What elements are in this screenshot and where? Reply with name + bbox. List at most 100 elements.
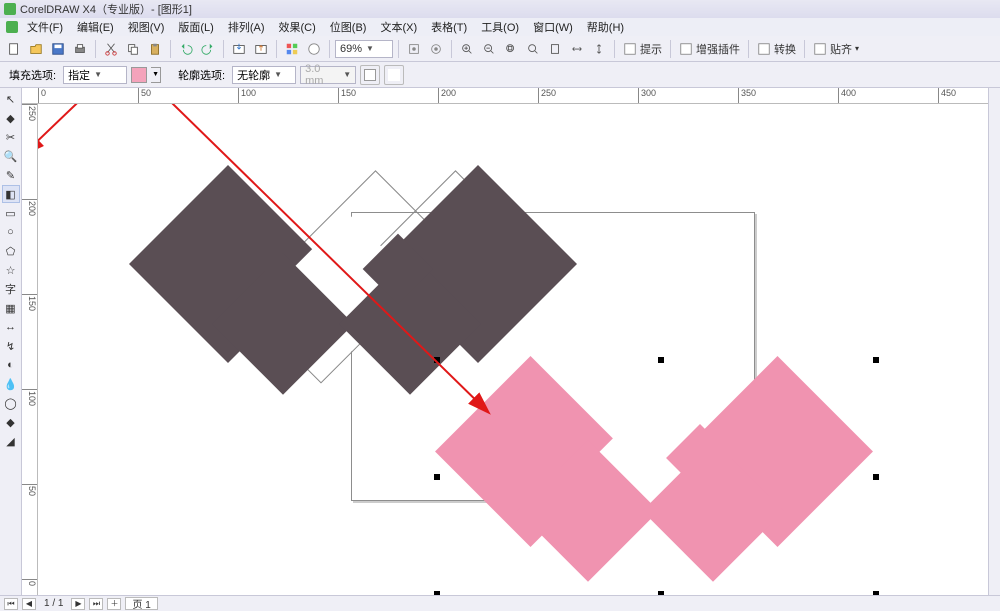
menu-file[interactable]: 文件(F) bbox=[22, 18, 68, 36]
menu-layout[interactable]: 版面(L) bbox=[173, 18, 218, 36]
hints-label: 提示 bbox=[638, 41, 662, 57]
hints-group[interactable]: 提示 bbox=[620, 41, 665, 57]
menu-bitmaps[interactable]: 位图(B) bbox=[325, 18, 372, 36]
menu-table[interactable]: 表格(T) bbox=[426, 18, 472, 36]
ruler-tick: 0 bbox=[22, 579, 37, 586]
interactive-fill-tool[interactable]: ◢ bbox=[2, 432, 20, 450]
selection-handle[interactable] bbox=[658, 357, 664, 363]
convert-label: 转换 bbox=[772, 41, 796, 57]
print-button[interactable] bbox=[70, 39, 90, 59]
zoom-page-button[interactable] bbox=[545, 39, 565, 59]
fill-option-combo[interactable]: 指定 ▼ bbox=[63, 66, 127, 84]
selection-handle[interactable] bbox=[873, 474, 879, 480]
fill-option-value: 指定 bbox=[68, 67, 90, 83]
eyedropper-tool[interactable]: 💧 bbox=[2, 375, 20, 393]
selection-handle[interactable] bbox=[873, 357, 879, 363]
table-tool[interactable]: ▦ bbox=[2, 299, 20, 317]
fill-option-label: 填充选项: bbox=[6, 67, 59, 83]
drawing-canvas[interactable] bbox=[38, 104, 988, 595]
app-logo-icon bbox=[4, 3, 16, 15]
freehand-tool[interactable]: ✎ bbox=[2, 166, 20, 184]
options-button[interactable] bbox=[426, 39, 446, 59]
outline-option-combo[interactable]: 无轮廓 ▼ bbox=[232, 66, 296, 84]
zoom-combo[interactable]: 69% ▼ bbox=[335, 40, 393, 58]
selection-handle[interactable] bbox=[434, 474, 440, 480]
outline-width-combo[interactable]: 3.0 mm ▼ bbox=[300, 66, 356, 84]
menu-view[interactable]: 视图(V) bbox=[123, 18, 170, 36]
import-button[interactable] bbox=[229, 39, 249, 59]
convert-group[interactable]: 转换 bbox=[754, 41, 799, 57]
page-prev-button[interactable]: ◀ bbox=[22, 598, 36, 610]
rectangle-tool[interactable]: ▭ bbox=[2, 204, 20, 222]
interactive-tool[interactable]: ◐ bbox=[2, 356, 20, 374]
ellipse-tool[interactable]: ○ bbox=[2, 223, 20, 241]
page-add-button[interactable]: ＋ bbox=[107, 598, 121, 610]
ruler-tick: 250 bbox=[22, 104, 37, 121]
crop-tool[interactable]: ✂ bbox=[2, 128, 20, 146]
zoom-out-button[interactable] bbox=[479, 39, 499, 59]
align-label: 贴齐 bbox=[828, 41, 852, 57]
toolbar-separator bbox=[170, 40, 171, 58]
outline-extra-button[interactable] bbox=[384, 65, 404, 85]
ruler-tick: 100 bbox=[22, 389, 37, 406]
page-first-button[interactable]: ⏮ bbox=[4, 598, 18, 610]
menu-tools[interactable]: 工具(O) bbox=[476, 18, 524, 36]
toolbar-separator bbox=[223, 40, 224, 58]
zoom-tool[interactable]: 🔍 bbox=[2, 147, 20, 165]
zoom-all-button[interactable] bbox=[523, 39, 543, 59]
ruler-tick: 200 bbox=[438, 88, 456, 103]
dimension-tool[interactable]: ↔ bbox=[2, 318, 20, 336]
cut-button[interactable] bbox=[101, 39, 121, 59]
fill-color-dropdown[interactable]: ▼ bbox=[151, 67, 161, 83]
ruler-tick: 300 bbox=[638, 88, 656, 103]
menu-effects[interactable]: 效果(C) bbox=[274, 18, 321, 36]
fill-tool[interactable]: ◆ bbox=[2, 413, 20, 431]
new-button[interactable] bbox=[4, 39, 24, 59]
selection-handle[interactable] bbox=[434, 357, 440, 363]
zoom-height-button[interactable] bbox=[589, 39, 609, 59]
menu-help[interactable]: 帮助(H) bbox=[582, 18, 629, 36]
pick-tool[interactable]: ↖ bbox=[2, 90, 20, 108]
ruler-tick: 100 bbox=[238, 88, 256, 103]
basic-shapes-tool[interactable]: ☆ bbox=[2, 261, 20, 279]
zoom-selection-button[interactable] bbox=[501, 39, 521, 59]
doc-logo-icon bbox=[6, 21, 18, 33]
shape-tool[interactable]: ◆ bbox=[2, 109, 20, 127]
open-button[interactable] bbox=[26, 39, 46, 59]
paste-button[interactable] bbox=[145, 39, 165, 59]
vertical-scrollbar[interactable] bbox=[988, 88, 1000, 595]
redo-button[interactable] bbox=[198, 39, 218, 59]
menu-text[interactable]: 文本(X) bbox=[375, 18, 422, 36]
save-button[interactable] bbox=[48, 39, 68, 59]
copy-button[interactable] bbox=[123, 39, 143, 59]
page-last-button[interactable]: ⏭ bbox=[89, 598, 103, 610]
toolbar-separator bbox=[748, 40, 749, 58]
menu-edit[interactable]: 编辑(E) bbox=[72, 18, 119, 36]
toolbar-separator bbox=[276, 40, 277, 58]
property-bar: 填充选项: 指定 ▼ ▼ 轮廓选项: 无轮廓 ▼ 3.0 mm ▼ bbox=[0, 62, 1000, 88]
ruler-tick: 200 bbox=[22, 199, 37, 216]
polygon-tool[interactable]: ⬠ bbox=[2, 242, 20, 260]
smart-fill-tool[interactable]: ◧ bbox=[2, 185, 20, 203]
ruler-tick: 50 bbox=[138, 88, 151, 103]
title-bar: CorelDRAW X4（专业版）- [图形1] bbox=[0, 0, 1000, 18]
align-group[interactable]: 贴齐 ▾ bbox=[810, 41, 862, 57]
page-next-button[interactable]: ▶ bbox=[71, 598, 85, 610]
menu-arrange[interactable]: 排列(A) bbox=[223, 18, 270, 36]
text-tool[interactable]: 字 bbox=[2, 280, 20, 298]
connector-tool[interactable]: ↯ bbox=[2, 337, 20, 355]
fill-color-swatch[interactable] bbox=[131, 67, 147, 83]
enhplugin-group[interactable]: 增强插件 bbox=[676, 41, 743, 57]
zoom-in-button[interactable] bbox=[457, 39, 477, 59]
app-launcher-button[interactable] bbox=[282, 39, 302, 59]
undo-button[interactable] bbox=[176, 39, 196, 59]
menu-window[interactable]: 窗口(W) bbox=[528, 18, 578, 36]
zoom-width-button[interactable] bbox=[567, 39, 587, 59]
outline-color-swatch[interactable] bbox=[360, 65, 380, 85]
outline-tool[interactable]: ◯ bbox=[2, 394, 20, 412]
snap-button[interactable] bbox=[404, 39, 424, 59]
export-button[interactable] bbox=[251, 39, 271, 59]
page-tab[interactable]: 页 1 bbox=[125, 597, 157, 610]
toolbar-separator bbox=[614, 40, 615, 58]
welcome-button[interactable] bbox=[304, 39, 324, 59]
